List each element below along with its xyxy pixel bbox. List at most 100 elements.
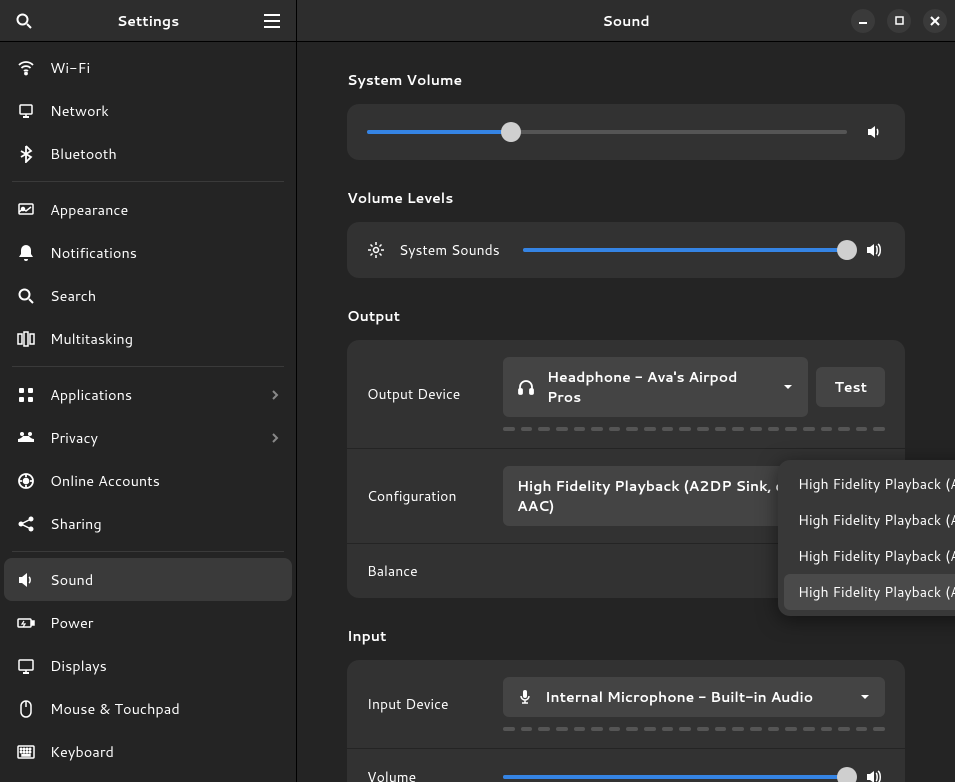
minimize-button[interactable] — [851, 9, 875, 33]
sidebar-item-label: Mouse & Touchpad — [50, 698, 280, 719]
sidebar-title: Settings — [36, 11, 260, 31]
microphone-icon — [517, 689, 533, 705]
output-device-select[interactable]: Headphone - Ava's Airpod Pros — [503, 357, 808, 417]
privacy-icon — [16, 428, 36, 448]
multitask-icon — [16, 329, 36, 349]
sidebar-item-label: Sound — [50, 569, 280, 590]
output-level-meter — [503, 427, 885, 431]
search-icon — [16, 286, 36, 306]
output-title: Output — [347, 306, 905, 326]
share-icon — [16, 514, 36, 534]
configuration-dropdown: High Fidelity Playback (A2DP Sink)High F… — [778, 460, 955, 616]
output-device-label: Output Device — [367, 384, 487, 404]
sidebar-item-displays[interactable]: Displays — [4, 644, 292, 687]
sidebar-item-label: Notifications — [50, 242, 280, 263]
menu-button[interactable] — [260, 9, 284, 33]
sidebar-item-mouse-touchpad[interactable]: Mouse & Touchpad — [4, 687, 292, 730]
chevron-right-icon — [270, 432, 280, 444]
input-title: Input — [347, 626, 905, 646]
system-volume-card — [347, 104, 905, 160]
input-device-label: Input Device — [367, 694, 487, 714]
apps-icon — [16, 385, 36, 405]
sidebar-item-label: Search — [50, 285, 280, 306]
sidebar-item-label: Online Accounts — [50, 470, 280, 491]
input-card: Input Device Internal Microphone - Built… — [347, 660, 905, 782]
sidebar-item-label: Multitasking — [50, 328, 280, 349]
sidebar-item-label: Network — [50, 100, 280, 121]
main-panel: Sound System Volume — [297, 0, 955, 782]
content-scroll[interactable]: System Volume Volume Levels Sys — [297, 42, 955, 782]
mouse-icon — [16, 699, 36, 719]
system-sounds-label: System Sounds — [399, 240, 500, 260]
accounts-icon — [16, 471, 36, 491]
sidebar-item-wi-fi[interactable]: Wi-Fi — [4, 46, 292, 89]
output-device-value: Headphone - Ava's Airpod Pros — [547, 367, 770, 407]
system-sounds-slider[interactable] — [523, 248, 847, 252]
power-icon — [16, 613, 36, 633]
input-volume-label: Volume — [367, 767, 487, 782]
sidebar-item-sharing[interactable]: Sharing — [4, 502, 292, 545]
sidebar-item-applications[interactable]: Applications — [4, 373, 292, 416]
sidebar-item-label: Power — [50, 612, 280, 633]
volume-high-icon[interactable] — [863, 239, 885, 261]
maximize-button[interactable] — [887, 9, 911, 33]
sidebar-item-bluetooth[interactable]: Bluetooth — [4, 132, 292, 175]
sidebar-item-sound[interactable]: Sound — [4, 558, 292, 601]
sidebar-item-label: Keyboard — [50, 741, 280, 762]
dropdown-item[interactable]: High Fidelity Playback (A2DP Sink, codec… — [784, 502, 955, 538]
gear-icon — [367, 241, 385, 259]
test-button[interactable]: Test — [816, 367, 885, 407]
close-button[interactable] — [923, 9, 947, 33]
sidebar-item-appearance[interactable]: Appearance — [4, 188, 292, 231]
sidebar-item-multitasking[interactable]: Multitasking — [4, 317, 292, 360]
sidebar-item-power[interactable]: Power — [4, 601, 292, 644]
sidebar-item-notifications[interactable]: Notifications — [4, 231, 292, 274]
headphones-icon — [517, 378, 535, 396]
sidebar-header: Settings — [0, 0, 296, 42]
chevron-down-icon — [782, 381, 794, 393]
chevron-down-icon — [859, 691, 871, 703]
window-controls — [851, 9, 947, 33]
input-device-select[interactable]: Internal Microphone - Built-in Audio — [503, 677, 885, 717]
dropdown-item[interactable]: High Fidelity Playback (A2DP Sink, codec… — [784, 538, 955, 574]
sidebar-item-label: Wi-Fi — [50, 57, 280, 78]
input-level-meter — [503, 727, 885, 731]
appearance-icon — [16, 200, 36, 220]
bell-icon — [16, 243, 36, 263]
configuration-label: Configuration — [367, 486, 487, 506]
sidebar-item-network[interactable]: Network — [4, 89, 292, 132]
dropdown-item[interactable]: High Fidelity Playback (A2DP Sink) — [784, 466, 955, 502]
system-volume-slider[interactable] — [367, 130, 847, 134]
sidebar-separator — [12, 366, 284, 367]
main-header: Sound — [297, 0, 955, 42]
sidebar-separator — [12, 181, 284, 182]
volume-icon[interactable] — [863, 121, 885, 143]
volume-levels-card: System Sounds — [347, 222, 905, 278]
sidebar: Settings Wi-Fi Network Bluetooth Appearance… — [0, 0, 297, 782]
balance-label: Balance — [367, 561, 487, 581]
sidebar-item-online-accounts[interactable]: Online Accounts — [4, 459, 292, 502]
page-title: Sound — [602, 11, 649, 31]
dropdown-item[interactable]: High Fidelity Playback (A2DP Sink, codec… — [784, 574, 955, 610]
sidebar-item-label: Appearance — [50, 199, 280, 220]
sidebar-item-label: Privacy — [50, 427, 256, 448]
sidebar-item-keyboard[interactable]: Keyboard — [4, 730, 292, 773]
sidebar-item-label: Sharing — [50, 513, 280, 534]
chevron-right-icon — [270, 389, 280, 401]
sidebar-item-search[interactable]: Search — [4, 274, 292, 317]
keyboard-icon — [16, 742, 36, 762]
sidebar-item-label: Applications — [50, 384, 256, 405]
bluetooth-icon — [16, 144, 36, 164]
displays-icon — [16, 656, 36, 676]
input-volume-slider[interactable] — [503, 775, 847, 779]
network-icon — [16, 101, 36, 121]
sidebar-separator — [12, 551, 284, 552]
input-device-value: Internal Microphone - Built-in Audio — [545, 687, 813, 707]
sound-icon — [16, 570, 36, 590]
volume-levels-title: Volume Levels — [347, 188, 905, 208]
volume-high-icon[interactable] — [863, 766, 885, 782]
sidebar-item-privacy[interactable]: Privacy — [4, 416, 292, 459]
search-button[interactable] — [12, 9, 36, 33]
sidebar-item-label: Bluetooth — [50, 143, 280, 164]
wifi-icon — [16, 58, 36, 78]
